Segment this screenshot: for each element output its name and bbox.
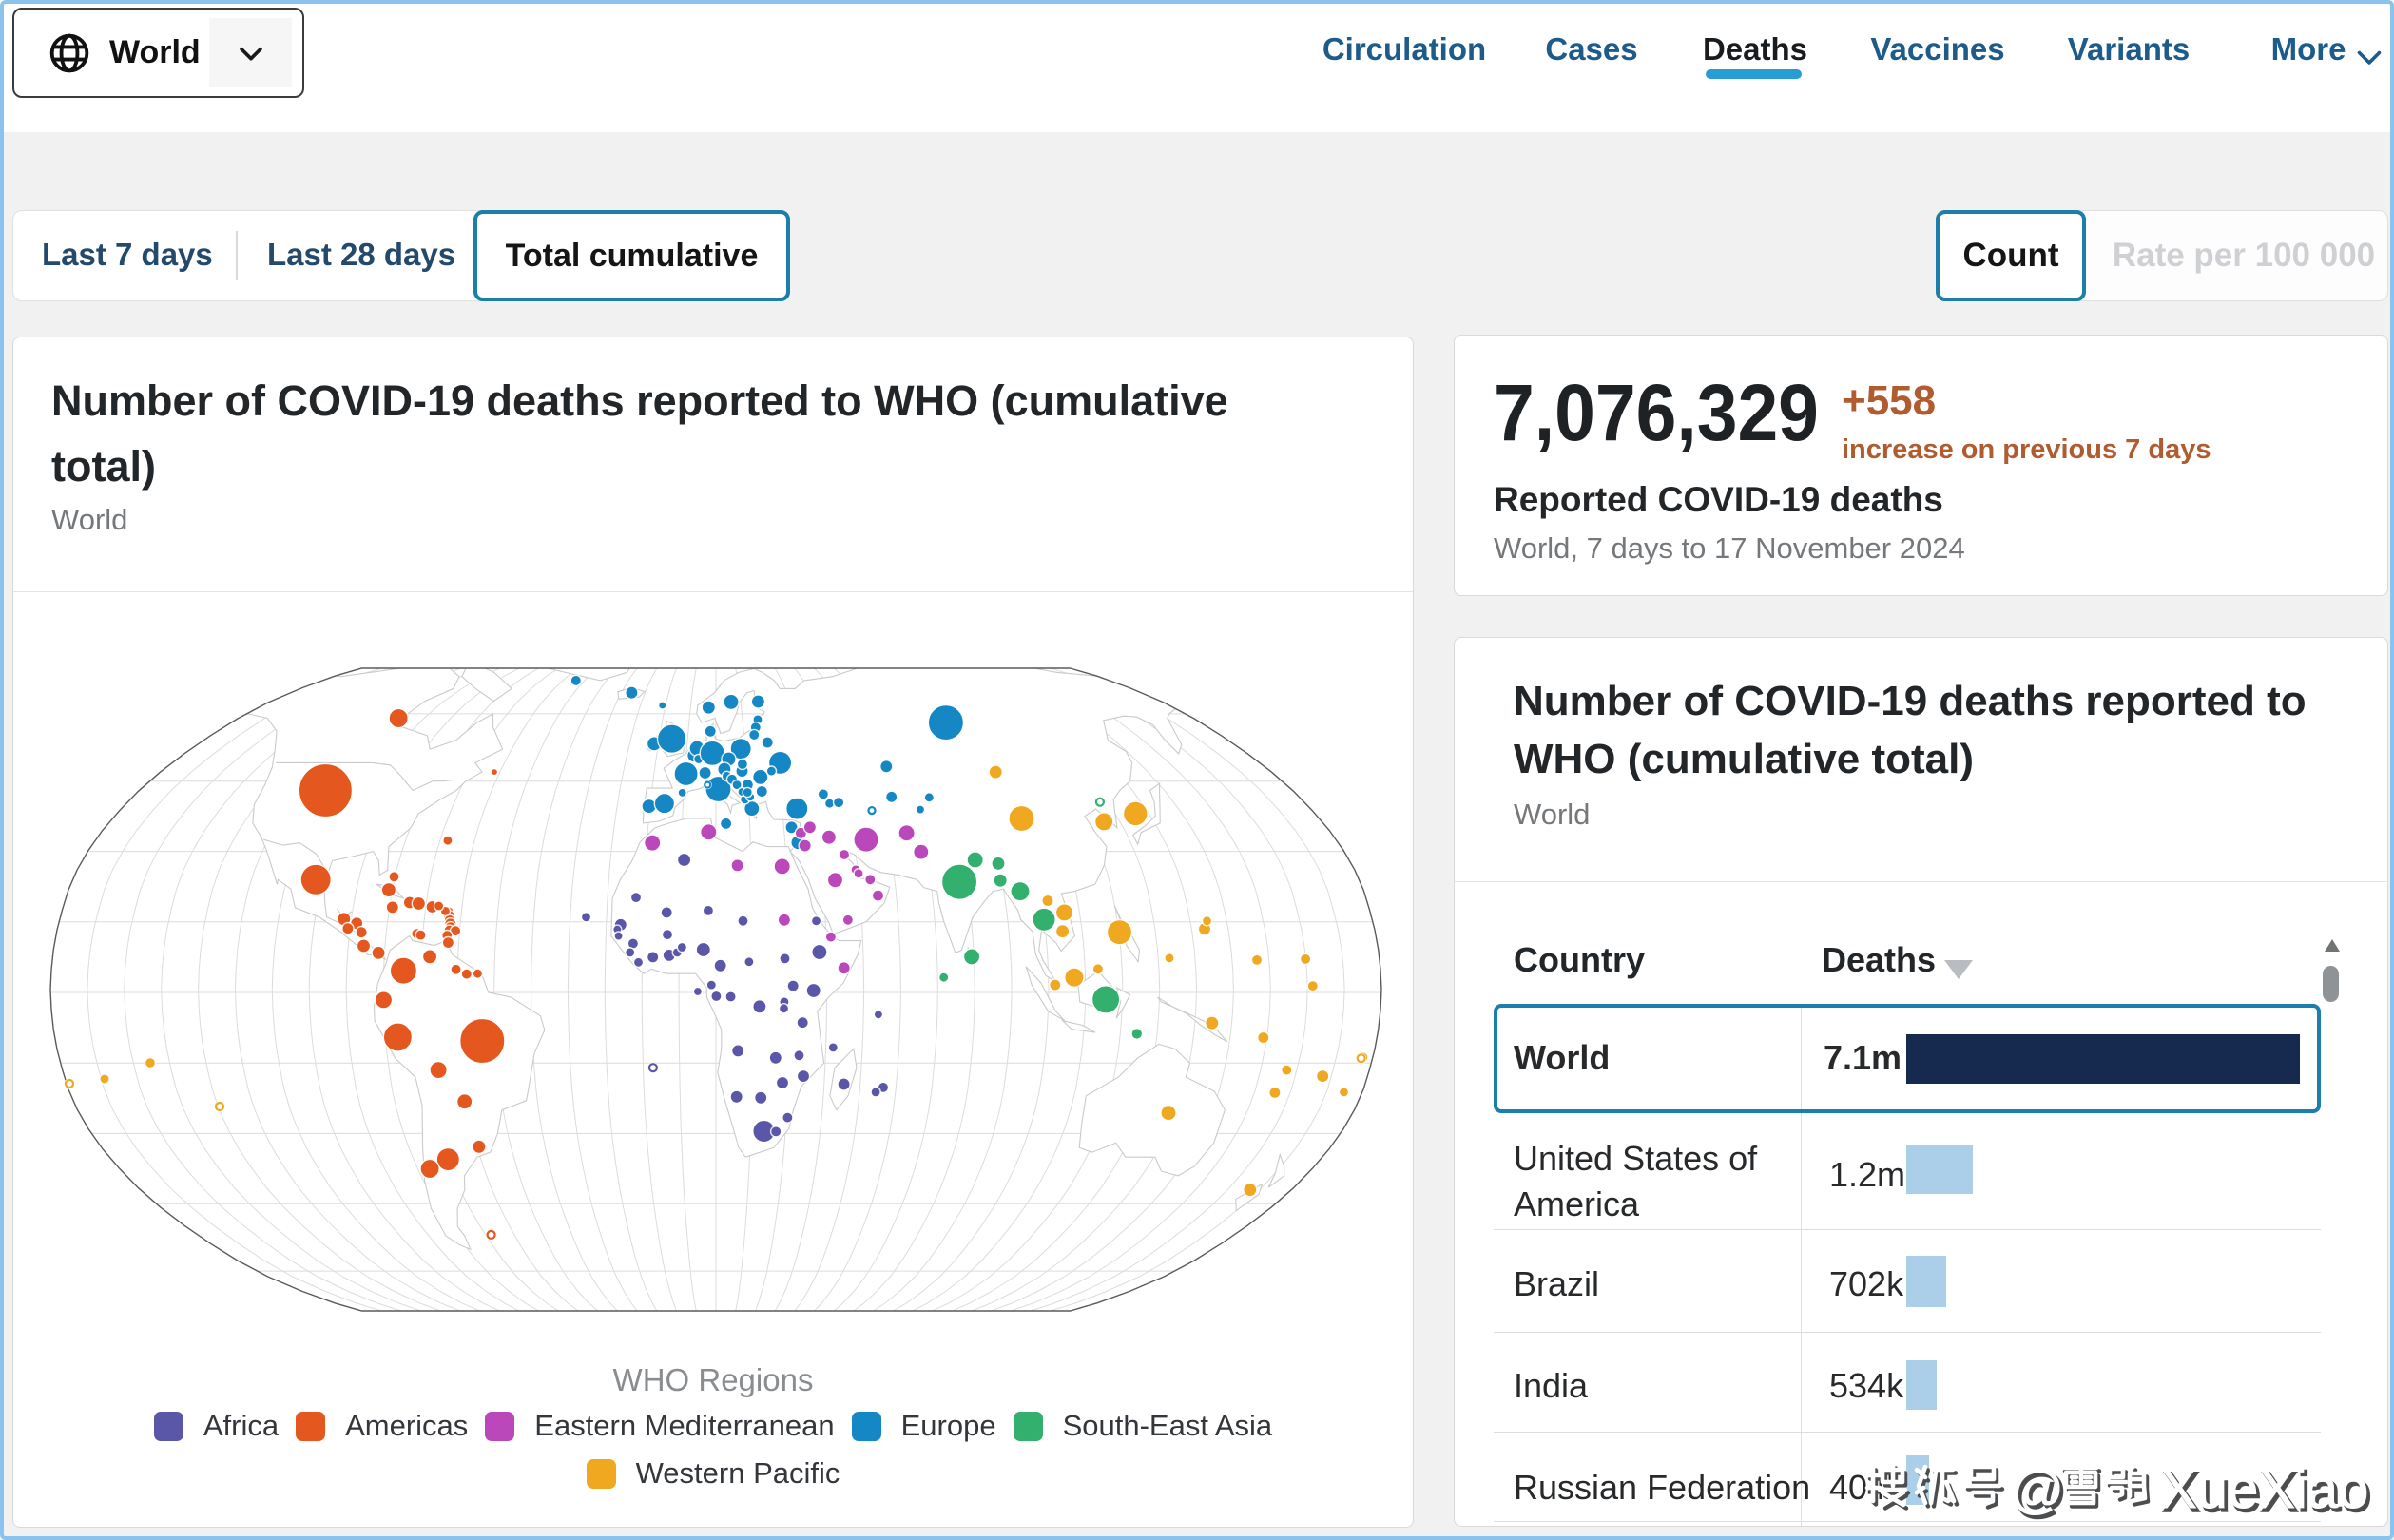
- svg-text:@: @: [2010, 1459, 2064, 1519]
- svg-text:XueXiao: XueXiao: [2160, 1458, 2368, 1520]
